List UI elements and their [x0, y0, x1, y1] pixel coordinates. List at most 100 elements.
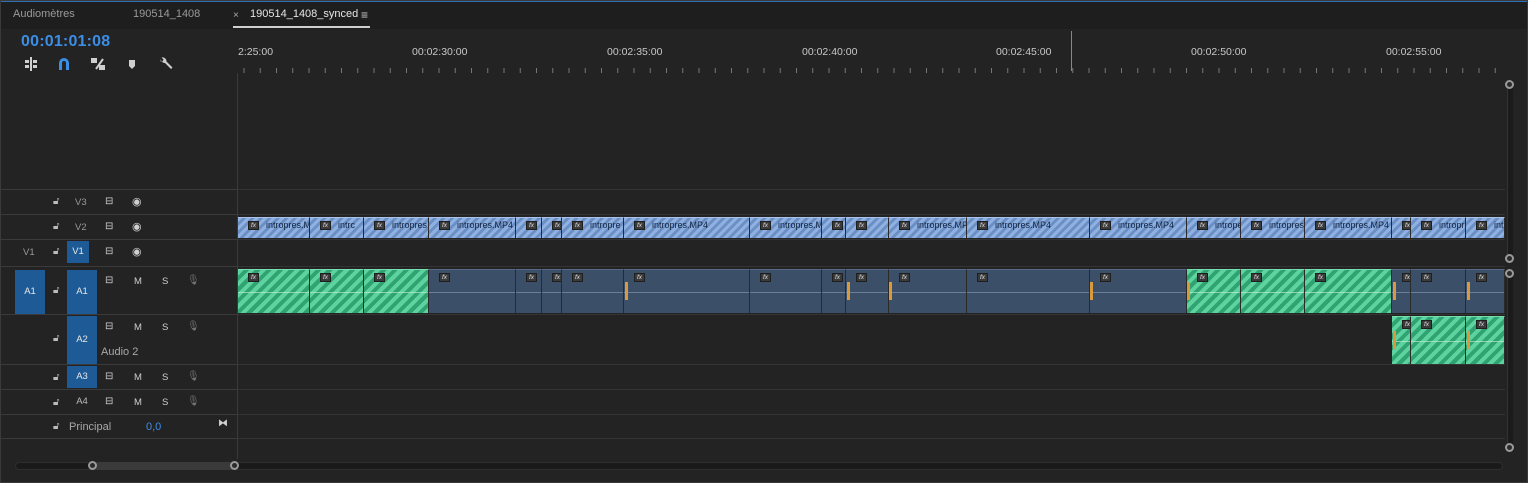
track-lane-master[interactable]: [238, 414, 1505, 439]
sync-lock-icon[interactable]: ⊟: [105, 371, 113, 382]
audio-clip[interactable]: fx: [1466, 269, 1505, 313]
audio-clip[interactable]: fx: [1466, 316, 1505, 364]
settings-wrench-icon[interactable]: [158, 56, 174, 72]
video-clip[interactable]: fx intropres.MP4: [967, 217, 1090, 238]
video-clip[interactable]: fx: [516, 217, 542, 238]
mic-icon[interactable]: 🎙︎: [187, 275, 200, 286]
track-target-v1[interactable]: V1: [67, 241, 89, 263]
track-header-a3[interactable]: 🔓︎ A3 ⊟ M S 🎙︎: [1, 364, 238, 389]
audio-clip[interactable]: fx: [1411, 316, 1466, 364]
keyframe-marker[interactable]: [625, 282, 628, 300]
video-clip[interactable]: fx intropres.MP4: [624, 217, 750, 238]
mute-button[interactable]: M: [134, 276, 142, 287]
audio-clip[interactable]: fx: [846, 269, 889, 313]
sync-lock-icon[interactable]: ⊟: [105, 396, 113, 407]
track-header-a1[interactable]: A1 🔓︎ A1 ⊟ M S 🎙︎: [1, 266, 238, 314]
audio-clip[interactable]: fx: [967, 269, 1090, 313]
video-clip[interactable]: fx intropre: [562, 217, 624, 238]
track-header-v3[interactable]: 🔓︎ V3 ⊟ ◉: [1, 189, 238, 214]
audio-clip[interactable]: fx: [1241, 269, 1305, 313]
sync-lock-icon[interactable]: ⊟: [105, 196, 113, 207]
lock-icon[interactable]: 🔓︎: [53, 421, 63, 432]
lock-icon[interactable]: 🔓︎: [53, 372, 63, 383]
time-ruler[interactable]: 2:25:00 00:02:30:00 00:02:35:00 00:02:40…: [238, 29, 1508, 73]
track-header-master[interactable]: 🔓︎ Principal 0,0 ⧓: [1, 414, 238, 439]
keyframe-marker[interactable]: [847, 282, 850, 300]
scroll-handle[interactable]: [1505, 269, 1514, 278]
solo-button[interactable]: S: [162, 397, 168, 408]
track-lane-a2[interactable]: fx fx fx: [238, 314, 1505, 364]
panel-menu-icon[interactable]: ≡: [361, 8, 368, 22]
snap-icon[interactable]: [56, 56, 72, 72]
keyframe-marker[interactable]: [1393, 282, 1396, 300]
sync-lock-icon[interactable]: ⊟: [105, 275, 113, 286]
keyframe-marker[interactable]: [1467, 331, 1470, 349]
playhead[interactable]: [1071, 31, 1072, 71]
close-tab-icon[interactable]: ×: [233, 10, 239, 21]
tab-audiometers[interactable]: Audiomètres: [13, 8, 75, 20]
mute-button[interactable]: M: [134, 322, 142, 333]
video-clip[interactable]: fx: [822, 217, 846, 238]
sync-lock-icon[interactable]: ⊟: [105, 321, 113, 332]
audio-clip[interactable]: fx: [624, 269, 750, 313]
lock-icon[interactable]: 🔓︎: [53, 285, 63, 296]
audio-clip[interactable]: fx: [238, 269, 310, 313]
lock-icon[interactable]: 🔓︎: [53, 333, 63, 344]
audio-clip[interactable]: fx: [1411, 269, 1466, 313]
track-target-a1[interactable]: A1: [67, 270, 97, 314]
solo-button[interactable]: S: [162, 372, 168, 383]
track-header-v2[interactable]: 🔓︎ V2 ⊟ ◉: [1, 214, 238, 239]
video-clip[interactable]: fx intropres.MP4: [429, 217, 516, 238]
video-clip[interactable]: fx: [542, 217, 562, 238]
mute-button[interactable]: M: [134, 397, 142, 408]
track-lane-a1[interactable]: fx fx fx fx fx fx fx fx fx fx fx fx fx fx fx fx fx fx fx fx: [238, 266, 1505, 314]
mic-icon[interactable]: 🎙︎: [187, 396, 200, 407]
track-lane-a3[interactable]: [238, 364, 1505, 389]
video-clip[interactable]: fx intrc: [310, 217, 364, 238]
track-lane-a4[interactable]: [238, 389, 1505, 414]
solo-button[interactable]: S: [162, 322, 168, 333]
eye-icon[interactable]: ◉: [132, 220, 142, 233]
audio-vertical-scrollbar[interactable]: [1507, 270, 1513, 450]
track-target-a3[interactable]: A3: [67, 366, 97, 388]
audio-clip[interactable]: fx: [562, 269, 624, 313]
video-clip[interactable]: fx intropres: [364, 217, 429, 238]
video-clip[interactable]: fx intrope: [1187, 217, 1241, 238]
track-lane-v2[interactable]: fx intropres.M fx intrc fx intropres fx intropr…: [238, 214, 1505, 239]
audio-clip[interactable]: fx: [822, 269, 846, 313]
audio-clip[interactable]: fx: [542, 269, 562, 313]
tab-sequence-190514-1408[interactable]: 190514_1408: [133, 8, 200, 20]
keyframe-marker[interactable]: [1467, 282, 1470, 300]
track-header-a2[interactable]: 🔓︎ A2 ⊟ M S 🎙︎ Audio 2: [1, 314, 238, 364]
track-target-a4[interactable]: A4: [67, 391, 97, 413]
lock-icon[interactable]: 🔓︎: [53, 196, 63, 207]
horizontal-scroll-thumb[interactable]: [93, 462, 235, 470]
eye-icon[interactable]: ◉: [132, 195, 142, 208]
track-lane-v3[interactable]: [238, 189, 1505, 214]
zoom-handle-left[interactable]: [88, 461, 97, 470]
video-clip[interactable]: fxintr: [1466, 217, 1505, 238]
video-clip[interactable]: fx intropres: [1411, 217, 1466, 238]
audio-clip[interactable]: fx: [429, 269, 516, 313]
audio-clip[interactable]: fx: [889, 269, 967, 313]
audio-clip[interactable]: fx: [1187, 269, 1241, 313]
keyframe-marker[interactable]: [1393, 331, 1396, 349]
track-target-a2[interactable]: A2: [67, 316, 97, 364]
zoom-handle-right[interactable]: [230, 461, 239, 470]
sync-lock-icon[interactable]: ⊟: [105, 221, 113, 232]
source-patch-v1[interactable]: V1: [23, 247, 35, 258]
linked-selection-icon[interactable]: [90, 56, 106, 72]
scroll-handle[interactable]: [1505, 443, 1514, 452]
audio-clip[interactable]: fx: [750, 269, 822, 313]
audio-clip[interactable]: fx: [516, 269, 542, 313]
scroll-handle[interactable]: [1505, 80, 1514, 89]
mic-icon[interactable]: 🎙︎: [187, 371, 200, 382]
solo-button[interactable]: S: [162, 276, 168, 287]
add-marker-icon[interactable]: [124, 56, 140, 72]
audio-clip[interactable]: fx: [1305, 269, 1392, 313]
video-clip[interactable]: fx intropres.MP4: [1305, 217, 1392, 238]
keyframe-marker[interactable]: [1187, 282, 1190, 300]
insert-overwrite-icon[interactable]: [23, 56, 39, 72]
source-patch-a1[interactable]: A1: [15, 270, 45, 314]
scroll-handle[interactable]: [1505, 254, 1514, 263]
